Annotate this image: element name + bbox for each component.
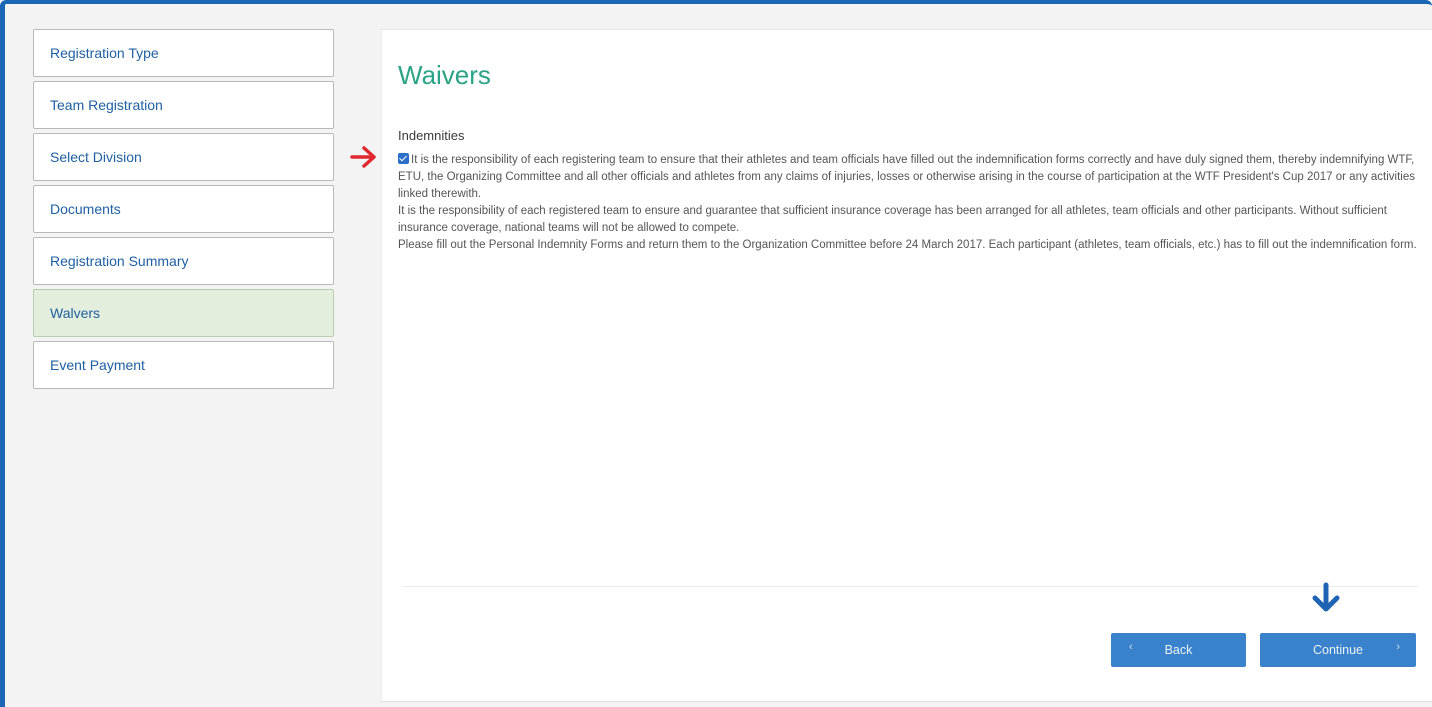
waivers-panel: Waivers Indemnities It is the responsibi… [381, 29, 1432, 702]
waiver-paragraph: It is the responsibility of each registe… [398, 152, 1428, 203]
step-waivers[interactable]: Walvers [33, 289, 334, 337]
step-label: Team Registration [50, 97, 163, 113]
waiver-paragraph-2: It is the responsibility of each registe… [398, 205, 1387, 234]
step-label: Documents [50, 201, 121, 217]
page-title: Waivers [398, 60, 491, 90]
continue-button-label: Continue [1312, 643, 1364, 657]
step-select-division[interactable]: Select Division [33, 133, 334, 181]
indemnity-waiver: It is the responsibility of each registe… [398, 152, 1428, 254]
step-team-registration[interactable]: Team Registration [33, 81, 334, 129]
step-label: Registration Type [50, 45, 159, 61]
back-button-label: Back [1164, 643, 1193, 657]
step-label: Registration Summary [50, 253, 189, 269]
waiver-paragraph-1: It is the responsibility of each registe… [398, 154, 1416, 200]
blue-arrow-down-icon [1312, 582, 1340, 612]
back-button[interactable]: ‹ Back [1111, 633, 1246, 667]
chevron-right-icon: › [1396, 641, 1400, 653]
chevron-left-icon: ‹ [1129, 641, 1133, 653]
continue-button[interactable]: Continue › [1260, 633, 1416, 667]
indemnity-checkbox[interactable] [398, 153, 409, 164]
step-documents[interactable]: Documents [33, 185, 334, 233]
app-frame: Registration Type Team Registration Sele… [0, 0, 1432, 707]
section-title: Indemnities [398, 128, 465, 143]
step-label: Event Payment [50, 357, 145, 373]
red-arrow-right-icon [350, 146, 376, 168]
step-label: Select Division [50, 149, 142, 165]
step-label: Walvers [50, 305, 101, 321]
registration-steps: Registration Type Team Registration Sele… [33, 29, 334, 393]
step-event-payment[interactable]: Event Payment [33, 341, 334, 389]
footer-divider [402, 586, 1418, 587]
step-registration-summary[interactable]: Registration Summary [33, 237, 334, 285]
waiver-paragraph-3: Please fill out the Personal Indemnity F… [398, 239, 1417, 251]
step-registration-type[interactable]: Registration Type [33, 29, 334, 77]
